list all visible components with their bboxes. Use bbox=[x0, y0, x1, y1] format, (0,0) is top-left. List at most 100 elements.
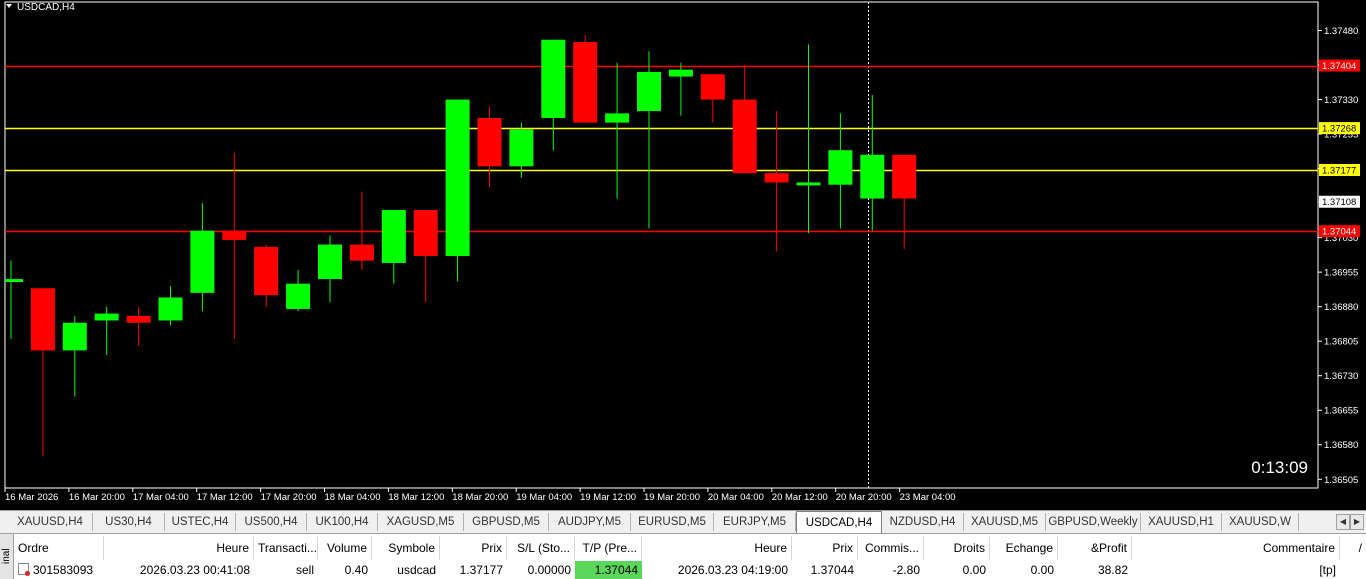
column-header[interactable]: Volume bbox=[318, 536, 372, 560]
level-price-label: 1.37044 bbox=[1322, 227, 1356, 238]
candle-body bbox=[222, 230, 247, 240]
column-header[interactable]: Heure bbox=[642, 536, 792, 560]
tab-usdcad-h4[interactable]: USDCAD,H4 bbox=[796, 511, 882, 533]
tab-eurjpy-m5[interactable]: EURJPY,M5 bbox=[714, 513, 796, 531]
cell-tp: 1.37044 bbox=[575, 561, 642, 579]
tab-ustec-h4[interactable]: USTEC,H4 bbox=[165, 513, 236, 531]
column-header[interactable]: &Profit bbox=[1058, 536, 1132, 560]
level-price-label: 1.37177 bbox=[1322, 165, 1356, 176]
sort-icon[interactable]: / bbox=[1340, 536, 1366, 560]
column-header[interactable]: Prix bbox=[440, 536, 507, 560]
column-header[interactable]: Droits bbox=[924, 536, 990, 560]
tabs-scroll-right-icon[interactable]: ▶ bbox=[1350, 514, 1364, 530]
cell-volume: 0.40 bbox=[344, 563, 368, 577]
cell-time: 2026.03.23 04:19:00 bbox=[677, 563, 788, 577]
candle-body bbox=[413, 210, 438, 257]
candle-body bbox=[892, 154, 917, 199]
y-tick-label: 1.36505 bbox=[1324, 475, 1358, 486]
cell-swap-rights: 0.00 bbox=[962, 563, 986, 577]
tab-xagusd-m5[interactable]: XAGUSD,M5 bbox=[378, 513, 464, 531]
dropdown-triangle-icon[interactable] bbox=[6, 4, 12, 8]
tab-gbpusd-m5[interactable]: GBPUSD,M5 bbox=[464, 513, 549, 531]
cell-profit: 38.82 bbox=[1097, 563, 1128, 577]
column-header[interactable]: Symbole bbox=[372, 536, 440, 560]
candle-body bbox=[860, 154, 885, 199]
candle-body bbox=[126, 315, 151, 323]
candle-body bbox=[732, 99, 757, 174]
x-tick-label: 23 Mar 04:00 bbox=[900, 492, 956, 503]
cell-open-time: 2026.03.23 00:41:08 bbox=[139, 563, 250, 577]
candle-body bbox=[828, 150, 853, 185]
candle-body bbox=[381, 210, 406, 263]
candle-body bbox=[764, 173, 789, 183]
x-tick-label: 20 Mar 04:00 bbox=[708, 492, 764, 503]
column-header[interactable]: Ordre bbox=[14, 536, 104, 560]
column-header[interactable]: S/L (Sto... bbox=[507, 536, 575, 560]
candle-body bbox=[637, 71, 661, 112]
x-tick-label: 17 Mar 20:00 bbox=[261, 492, 317, 503]
candle-body bbox=[62, 322, 87, 351]
level-price-label: 1.37404 bbox=[1322, 61, 1356, 72]
bid-price-label: 1.37108 bbox=[1322, 197, 1356, 208]
y-tick-label: 1.36580 bbox=[1324, 440, 1358, 451]
cell-sl: 0.00000 bbox=[527, 563, 571, 577]
tab-us500-h4[interactable]: US500,H4 bbox=[236, 513, 307, 531]
terminal-panel: inal Ordre Heure Transacti... Volume Symbole… bbox=[0, 533, 1366, 579]
column-header[interactable]: Commentaire bbox=[1132, 536, 1340, 560]
y-tick-label: 1.36730 bbox=[1324, 371, 1358, 382]
column-header[interactable]: Echange bbox=[990, 536, 1058, 560]
terminal-side-tab[interactable]: inal bbox=[0, 534, 14, 579]
tab-xauusd-m5[interactable]: XAUUSD,M5 bbox=[964, 513, 1046, 531]
tab-audjpy-m5[interactable]: AUDJPY,M5 bbox=[549, 513, 631, 531]
column-header[interactable]: T/P (Pre... bbox=[575, 536, 642, 560]
x-tick-label: 19 Mar 04:00 bbox=[516, 492, 572, 503]
candle-body bbox=[700, 74, 725, 100]
tab-nzdusd-h4[interactable]: NZDUSD,H4 bbox=[882, 513, 964, 531]
candle-body bbox=[30, 288, 55, 351]
x-tick-label: 16 Mar 2026 bbox=[5, 492, 58, 503]
cell-current-price: 1.37044 bbox=[810, 563, 854, 577]
tab-uk100-h4[interactable]: UK100,H4 bbox=[307, 513, 378, 531]
candle-body bbox=[796, 182, 821, 186]
chart-area[interactable]: 1.374801.374051.373301.372551.371801.371… bbox=[0, 0, 1366, 510]
column-header[interactable]: Transacti... bbox=[254, 536, 318, 560]
x-tick-label: 20 Mar 12:00 bbox=[772, 492, 828, 503]
candle-body bbox=[254, 246, 279, 296]
candle-body bbox=[541, 39, 566, 118]
cell-symbol: usdcad bbox=[397, 563, 436, 577]
cell-commission: -2.80 bbox=[892, 563, 920, 577]
candle-body bbox=[605, 113, 630, 123]
x-tick-label: 16 Mar 20:00 bbox=[69, 492, 125, 503]
candle-body bbox=[445, 99, 470, 257]
column-header[interactable]: Commis... bbox=[858, 536, 924, 560]
x-tick-label: 18 Mar 20:00 bbox=[452, 492, 508, 503]
candle-body bbox=[286, 283, 311, 309]
x-tick-label: 17 Mar 12:00 bbox=[197, 492, 253, 503]
tab-eurusd-m5[interactable]: EURUSD,M5 bbox=[631, 513, 714, 531]
y-tick-label: 1.36805 bbox=[1324, 337, 1358, 348]
y-tick-label: 1.37480 bbox=[1324, 26, 1358, 37]
x-tick-label: 20 Mar 20:00 bbox=[836, 492, 892, 503]
candlestick-chart[interactable]: 1.374801.374051.373301.372551.371801.371… bbox=[0, 0, 1366, 510]
column-header[interactable]: Prix bbox=[792, 536, 858, 560]
x-tick-label: 18 Mar 04:00 bbox=[325, 492, 381, 503]
candle-body bbox=[318, 244, 342, 280]
y-tick-label: 1.36880 bbox=[1324, 302, 1358, 313]
y-tick-label: 1.37330 bbox=[1324, 95, 1358, 106]
chart-tabs-bar: XAUUSD,H4 US30,H4 USTEC,H4 US500,H4 UK100,H4… bbox=[0, 510, 1366, 533]
terminal-side-label: inal bbox=[1, 548, 12, 564]
tab-xauusd-w[interactable]: XAUUSD,W bbox=[1222, 513, 1299, 531]
cell-order: 301583093 bbox=[14, 561, 104, 579]
symbol-text: USDCAD,H4 bbox=[17, 2, 75, 13]
candle-body bbox=[477, 117, 502, 167]
candle-body bbox=[5, 279, 23, 283]
x-tick-label: 18 Mar 12:00 bbox=[388, 492, 444, 503]
column-header[interactable]: Heure bbox=[104, 536, 254, 560]
tabs-scroll-left-icon[interactable]: ◀ bbox=[1336, 514, 1350, 530]
tab-xauusd-h4[interactable]: XAUUSD,H4 bbox=[8, 513, 93, 531]
level-price-label: 1.37268 bbox=[1322, 124, 1356, 135]
tab-us30-h4[interactable]: US30,H4 bbox=[93, 513, 165, 531]
x-tick-label: 19 Mar 20:00 bbox=[644, 492, 700, 503]
tab-xauusd-h1[interactable]: XAUUSD,H1 bbox=[1141, 513, 1222, 531]
tab-gbpusd-weekly[interactable]: GBPUSD,Weekly bbox=[1046, 513, 1141, 531]
